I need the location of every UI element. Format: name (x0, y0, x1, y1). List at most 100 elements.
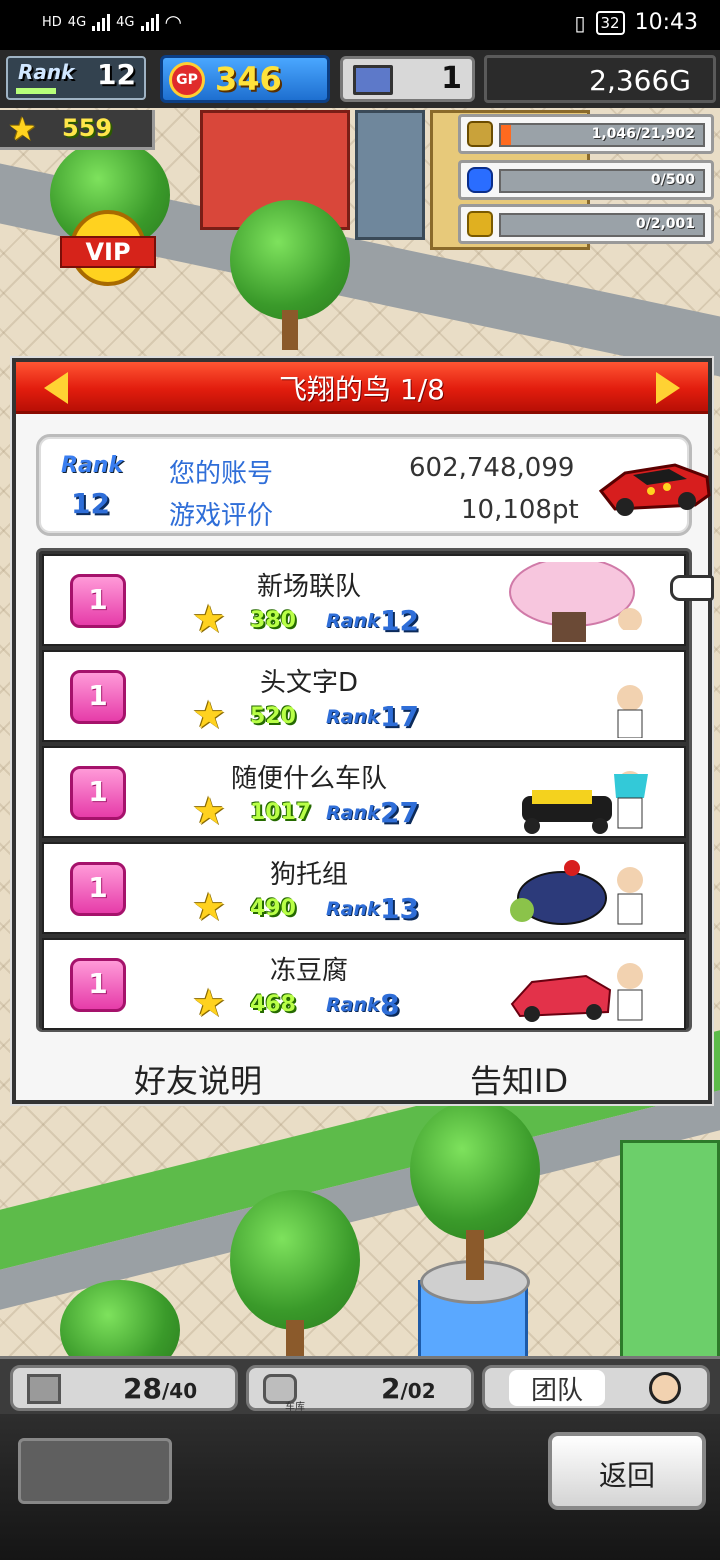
garage-count: 2 (381, 1372, 401, 1405)
team-badge-number: 1 (88, 583, 108, 616)
team-stars: 380 (250, 608, 296, 633)
money-display: 2,366G (484, 55, 716, 103)
status-bar: HD 4G 4G ◠ ▯ 32 10:43 (0, 0, 720, 50)
team-rank-label: Rank (326, 802, 380, 824)
team-stars: 1017 (250, 800, 312, 825)
clock: 10:43 (634, 10, 698, 35)
rank-label: Rank (18, 60, 75, 84)
back-button[interactable]: 返回 (548, 1432, 706, 1510)
account-card: Rank 12 您的账号 602,748,099 游戏评价 10,108pt (36, 434, 711, 536)
resource-fill (501, 125, 511, 145)
inventory-max: /40 (161, 1379, 198, 1403)
team-rank-label: Rank (326, 610, 380, 632)
tab-team[interactable]: 团队 (482, 1365, 710, 1411)
tree (220, 200, 360, 360)
tell-id-button[interactable]: 告知ID (470, 1056, 568, 1102)
team-rank: 12 (380, 604, 419, 637)
convertible-icon (510, 963, 643, 1022)
team-stars: 468 (250, 992, 296, 1017)
resource-value: 1,046/21,902 (591, 126, 695, 142)
friends-help-button[interactable]: 好友说明 (134, 1056, 262, 1102)
resource-fuel[interactable]: 0/500 (458, 160, 714, 200)
tab-inventory[interactable]: 28/40 (10, 1365, 238, 1411)
hd-label: HD (42, 14, 62, 30)
resource-bar: 0/2,001 (499, 213, 705, 237)
vibrate-icon: ▯ (574, 10, 586, 35)
account-id-label: 您的账号 (169, 459, 274, 489)
signal-icon-2 (140, 13, 159, 31)
player-rank[interactable]: Rank 12 (6, 56, 146, 100)
team-row[interactable]: 1 头文字D ★ 520 Rank 17 (42, 650, 686, 742)
battery-icon: 32 (595, 10, 625, 35)
character-face-icon (649, 1372, 681, 1404)
cherry-tree-icon (509, 562, 642, 642)
team-badge[interactable]: 1 (70, 670, 126, 724)
rating-label: 游戏评价 (169, 501, 274, 531)
red-car-icon (598, 463, 711, 516)
resource-wheat[interactable]: 0/2,001 (458, 204, 714, 244)
star-icon: ★ (192, 597, 227, 641)
dialog-title: 飞翔的鸟 1/8 (279, 373, 445, 406)
signal-icon (92, 13, 111, 31)
tab-garage[interactable]: 车库 2/02 (246, 1365, 474, 1413)
account-rank-label: Rank (61, 453, 124, 478)
bottom-tabs: 28/40 车库 2/02 团队 (0, 1356, 720, 1414)
account-rank-value: 12 (71, 487, 110, 520)
team-badge[interactable]: 1 (70, 766, 126, 820)
star-icon: ★ (8, 110, 37, 148)
team-row[interactable]: 1 冻豆腐 ★ 468 Rank 8 (42, 938, 686, 1030)
fuel-drop-icon (467, 167, 493, 193)
coin-stack-icon (467, 121, 493, 147)
game-screen: HD 4G 4G ◠ ▯ 32 10:43 VIP Rank 12 GP 346… (0, 0, 720, 1560)
money-value: 2,366G (589, 64, 691, 97)
pc-counter[interactable]: 1 (340, 56, 475, 102)
team-stars: 520 (250, 704, 296, 729)
star-icon: ★ (192, 693, 227, 737)
dialog-title-bar: 飞翔的鸟 1/8 (16, 362, 708, 414)
team-rank: 27 (380, 796, 419, 829)
team-rank-label: Rank (326, 706, 380, 728)
star-icon: ★ (192, 981, 227, 1025)
team-row[interactable]: 1 新场联队 ★ 380 Rank 12 (42, 554, 686, 646)
team-rank: 17 (380, 700, 419, 733)
team-badge-number: 1 (88, 679, 108, 712)
empty-slot[interactable] (18, 1438, 172, 1504)
team-badge[interactable]: 1 (70, 958, 126, 1012)
garage-max: /02 (400, 1379, 436, 1403)
gp-value: 346 (215, 60, 282, 98)
garage-label: 车库 (285, 1402, 305, 1413)
team-badge[interactable]: 1 (70, 862, 126, 916)
team-stars: 490 (250, 896, 296, 921)
vip-label: VIP (60, 236, 156, 268)
team-list[interactable]: 1 新场联队 ★ 380 Rank 12 1 头文字D ★ 520 Rank 17 1 随便什么车队 ★ 10… (36, 548, 692, 1032)
resource-bar: 1,046/21,902 (499, 123, 705, 147)
team-label: 团队 (509, 1370, 605, 1406)
team-badge-number: 1 (88, 967, 108, 1000)
computer-icon (353, 65, 393, 95)
star-icon: ★ (192, 789, 227, 833)
signal-2-label: 4G (116, 14, 135, 30)
team-badge-number: 1 (88, 775, 108, 808)
next-page-arrow-icon[interactable] (656, 372, 680, 404)
pointer-hand-icon (670, 575, 714, 601)
vip-sign[interactable]: VIP (60, 200, 156, 296)
inventory-count: 28 (123, 1372, 162, 1405)
team-row[interactable]: 1 随便什么车队 ★ 1017 Rank 27 (42, 746, 686, 838)
kart-icon (522, 771, 648, 834)
gp-counter[interactable]: GP 346 (160, 55, 330, 103)
team-badge[interactable]: 1 (70, 574, 126, 628)
team-badge-number: 1 (88, 871, 108, 904)
bottom-bar: 28/40 车库 2/02 团队 返回 (0, 1356, 720, 1560)
tower-building (355, 110, 425, 240)
network-indicators: HD 4G 4G ◠ (42, 10, 182, 34)
star-icon: ★ (192, 885, 227, 929)
team-row[interactable]: 1 狗托组 ★ 490 Rank 13 (42, 842, 686, 934)
rank-progress (16, 88, 56, 94)
team-rank: 13 (380, 892, 419, 925)
resource-bar: 0/500 (499, 169, 705, 193)
star-counter: ★ 559 (0, 110, 155, 150)
resource-coins[interactable]: 1,046/21,902 (458, 114, 714, 154)
rating-value: 10,108pt (461, 495, 579, 525)
team-rank-label: Rank (326, 994, 380, 1016)
turtle-icon (510, 860, 643, 925)
